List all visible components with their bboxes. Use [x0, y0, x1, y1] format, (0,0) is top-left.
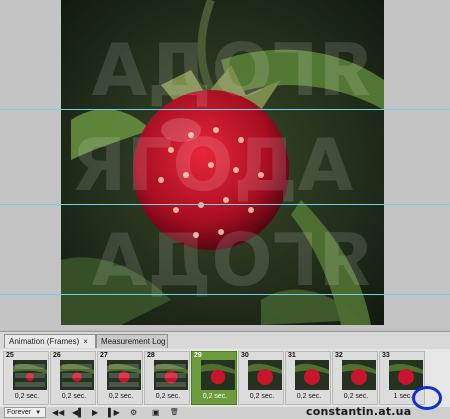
- watermark: constantin.at.ua: [306, 405, 412, 418]
- guide-line[interactable]: [0, 294, 450, 295]
- animation-frame[interactable]: 25 0,2 sec.: [3, 351, 49, 405]
- animation-frame[interactable]: 32 0,2 sec.: [332, 351, 378, 405]
- thumbnail-image: [248, 360, 282, 390]
- frame-number: 30: [241, 352, 249, 359]
- tab-measurement-log[interactable]: Measurement Log: [96, 334, 168, 348]
- overlay-word-top: ЯГОДА: [91, 28, 374, 112]
- frame-delay[interactable]: 0,2 sec.: [239, 393, 285, 400]
- tab-animation-frames[interactable]: Animation (Frames) ×: [4, 334, 96, 348]
- animation-frame[interactable]: 28 0,2 sec.: [144, 351, 190, 405]
- frame-thumbnail: [389, 360, 423, 390]
- animation-frame[interactable]: 31 0,2 sec.: [285, 351, 331, 405]
- frame-delay[interactable]: 0,2 sec.: [192, 393, 238, 400]
- frame-number: 28: [147, 352, 155, 359]
- frame-delay[interactable]: 0,2 sec.: [145, 393, 191, 400]
- animation-frame[interactable]: 29 0,2 sec.: [191, 351, 237, 405]
- previous-frame-icon[interactable]: ◀▌: [72, 407, 84, 419]
- frame-delay[interactable]: 0,2 sec.: [51, 393, 97, 400]
- guide-line[interactable]: [0, 109, 450, 110]
- loop-select[interactable]: Forever ▼: [4, 407, 46, 418]
- thumbnail-image: [389, 360, 423, 390]
- frame-thumbnail: [201, 360, 235, 390]
- frame-delay[interactable]: 0,2 sec.: [333, 393, 379, 400]
- frame-thumbnail: [154, 360, 188, 390]
- delete-frame-icon[interactable]: 🗑: [170, 407, 179, 419]
- frame-thumbnail: [60, 360, 94, 390]
- animation-frame[interactable]: 30 0,2 sec.: [238, 351, 284, 405]
- thumbnail-image: [60, 360, 94, 390]
- highlight-circle: [412, 386, 442, 410]
- tab-label: Measurement Log: [101, 337, 166, 346]
- overlay-word-bottom: ЯГОДА: [91, 218, 374, 302]
- thumbnail-image: [13, 360, 47, 390]
- tween-icon[interactable]: ⚙: [130, 407, 137, 419]
- frame-thumbnail: [248, 360, 282, 390]
- animation-frame[interactable]: 26 0,2 sec.: [50, 351, 96, 405]
- loop-value: Forever: [7, 409, 32, 416]
- photo-image: ЯГОДА ЯГОДА ЯГОДА: [61, 0, 384, 325]
- overlay-word-middle: ЯГОДА: [71, 123, 354, 207]
- thumbnail-image: [295, 360, 329, 390]
- frame-number: 26: [53, 352, 61, 359]
- first-frame-icon[interactable]: ◀◀: [52, 407, 64, 419]
- thumbnail-image: [201, 360, 235, 390]
- strawberry-photo: ЯГОДА ЯГОДА ЯГОДА: [61, 0, 384, 325]
- frame-number: 31: [288, 352, 296, 359]
- close-icon[interactable]: ×: [83, 337, 88, 346]
- frame-number: 33: [382, 352, 390, 359]
- frame-thumbnail: [342, 360, 376, 390]
- chevron-down-icon: ▼: [35, 410, 42, 416]
- frame-number: 27: [100, 352, 108, 359]
- frames-strip: 25 0,2 sec. 26 0,2 sec. 27 0,2 sec. 28 0,2 sec.…: [0, 349, 450, 407]
- frame-delay[interactable]: 0,2 sec.: [4, 393, 50, 400]
- next-frame-icon[interactable]: ▌▶: [108, 407, 120, 419]
- frame-number: 25: [6, 352, 14, 359]
- duplicate-frame-icon[interactable]: ▣: [152, 407, 160, 419]
- guide-line[interactable]: [0, 204, 450, 205]
- thumbnail-image: [154, 360, 188, 390]
- frame-number: 29: [194, 352, 202, 359]
- frame-thumbnail: [107, 360, 141, 390]
- tab-label: Animation (Frames): [9, 337, 80, 346]
- frame-thumbnail: [295, 360, 329, 390]
- play-icon[interactable]: ▶: [92, 407, 98, 419]
- thumbnail-image: [107, 360, 141, 390]
- frame-delay[interactable]: 0,2 sec.: [286, 393, 332, 400]
- frame-number: 32: [335, 352, 343, 359]
- animation-frame[interactable]: 27 0,2 sec.: [97, 351, 143, 405]
- thumbnail-image: [342, 360, 376, 390]
- frame-thumbnail: [13, 360, 47, 390]
- frame-delay[interactable]: 0,2 sec.: [98, 393, 144, 400]
- panel-tabs: Animation (Frames) × Measurement Log: [0, 332, 450, 348]
- document-canvas: ЯГОДА ЯГОДА ЯГОДА: [0, 0, 450, 330]
